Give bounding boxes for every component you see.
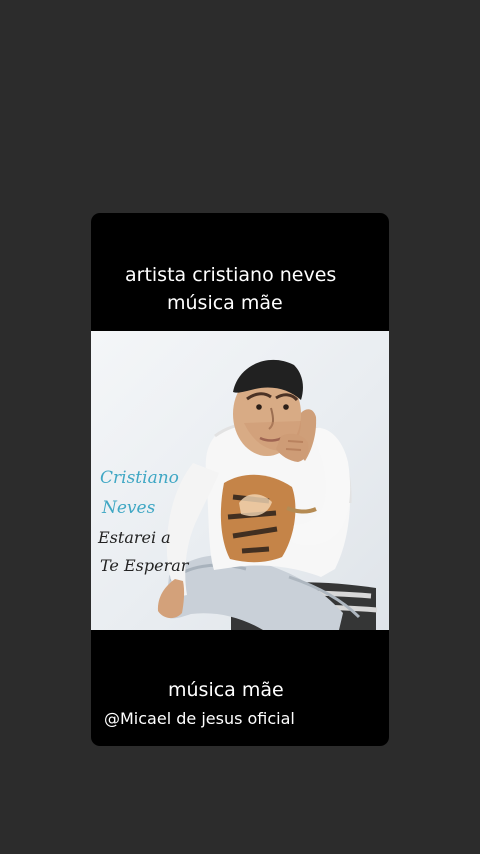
story-user-handle[interactable]: @Micael de jesus oficial: [104, 709, 295, 728]
cover-album-title-line-2: Te Esperar: [100, 556, 189, 575]
album-cover-image: Cristiano Neves Estarei a Te Esperar: [91, 331, 389, 630]
cover-artist-first-name: Cristiano: [100, 468, 179, 488]
cover-album-title-line-1: Estarei a: [98, 528, 171, 547]
story-song-title: música mãe: [168, 679, 284, 701]
caption-artist-line: artista cristiano neves: [125, 264, 337, 286]
story-screen: artista cristiano neves música mãe Crist…: [0, 0, 480, 854]
cover-artist-last-name: Neves: [102, 498, 156, 518]
caption-song-line: música mãe: [167, 292, 283, 314]
story-card[interactable]: artista cristiano neves música mãe Crist…: [91, 213, 389, 746]
